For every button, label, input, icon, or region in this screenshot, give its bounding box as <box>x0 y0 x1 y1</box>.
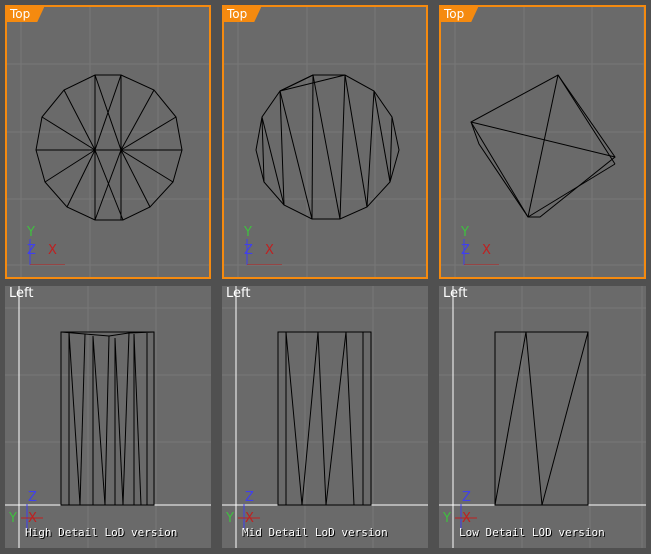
axis-z-label: Z <box>245 490 254 505</box>
lod-caption: Mid Detail LoD version <box>242 526 388 539</box>
viewport-label[interactable]: Left <box>226 286 250 301</box>
axis-y-label: Y <box>226 511 234 526</box>
viewport-top-low[interactable]: Top Y Z X <box>439 5 646 279</box>
axis-x-label: X <box>482 243 491 258</box>
viewport-left-mid[interactable]: Left Z Y X Mid Detail LoD version <box>222 286 428 548</box>
axis-y-label: Y <box>443 511 451 526</box>
axis-y-label: Y <box>9 511 17 526</box>
viewport-left-low[interactable]: Left Z Y X Low Detail LOD version <box>439 286 646 548</box>
axis-x-label: X <box>462 511 471 526</box>
axis-gizmo-icon: Y Z X <box>242 225 288 265</box>
axis-z-label: Z <box>461 243 470 258</box>
axis-z-label: Z <box>28 490 37 505</box>
viewport-top-high[interactable]: Top Y Z X <box>5 5 211 279</box>
axis-y-label: Y <box>244 225 252 240</box>
axis-gizmo-icon: Z Y X <box>224 490 264 530</box>
axis-y-label: Y <box>27 225 35 240</box>
viewport-label[interactable]: Left <box>443 286 467 301</box>
axis-z-label: Z <box>462 490 471 505</box>
axis-y-label: Y <box>461 225 469 240</box>
lod-caption: High Detail LoD version <box>25 526 178 539</box>
axis-gizmo-icon: Z Y X <box>7 490 47 530</box>
axis-x-label: X <box>28 511 37 526</box>
axis-gizmo-icon: Y Z X <box>25 225 71 265</box>
viewport-left-high[interactable]: Left Z Y X High Detail LoD version <box>5 286 211 548</box>
viewport-label[interactable]: Left <box>9 286 33 301</box>
viewport-top-mid[interactable]: Top Y Z X <box>222 5 428 279</box>
axis-z-label: Z <box>27 243 36 258</box>
axis-gizmo-icon: Z Y X <box>441 490 481 530</box>
axis-x-label: X <box>48 243 57 258</box>
axis-z-label: Z <box>244 243 253 258</box>
axis-x-label: X <box>265 243 274 258</box>
axis-x-label: X <box>245 511 254 526</box>
lod-caption: Low Detail LOD version <box>459 526 605 539</box>
axis-gizmo-icon: Y Z X <box>459 225 505 265</box>
